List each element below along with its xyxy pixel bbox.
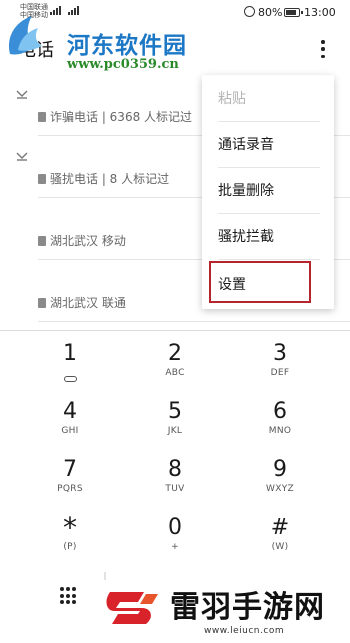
key-digit: 6: [273, 399, 287, 424]
key-digit: 7: [63, 457, 77, 482]
key-letters: ABC: [165, 368, 185, 378]
alarm-icon: [244, 6, 255, 17]
key-letters: PQRS: [57, 484, 83, 494]
more-options-button[interactable]: [314, 38, 332, 60]
dial-key-2[interactable]: 2 ABC: [130, 331, 220, 387]
dialpad: 1 2 ABC 3 DEF 4 GHI 5 JKL 6 MNO 7 PQRS 8…: [0, 331, 350, 571]
dial-key-6[interactable]: 6 MNO: [235, 389, 325, 445]
location-icon: [38, 235, 46, 246]
battery-icon: [284, 8, 303, 17]
key-letters: +: [171, 542, 179, 552]
watermark-site-url: www.leiucn.com: [204, 626, 285, 636]
key-digit: 1: [63, 341, 77, 366]
menu-item-call-recording[interactable]: 通话录音: [218, 121, 320, 167]
menu-item-batch-delete[interactable]: 批量删除: [218, 167, 320, 213]
divider: [218, 259, 320, 260]
key-letters: (P): [63, 542, 77, 552]
key-digit: 5: [168, 399, 182, 424]
missed-call-icon: [16, 89, 28, 99]
key-digit: 3: [273, 341, 287, 366]
key-digit: 4: [63, 399, 77, 424]
watermark-bottom: 雷羽手游网 www.leiucn.com: [96, 580, 350, 643]
key-letters: DEF: [270, 368, 290, 378]
call-meta: 湖北武汉 联通: [38, 294, 126, 311]
voicemail-icon: [63, 376, 77, 382]
battery-fill: [286, 10, 296, 15]
carrier-name-1: 中国联通: [20, 3, 48, 11]
location-icon: [38, 297, 46, 308]
dial-key-hash[interactable]: # (W): [235, 505, 325, 561]
key-digit: *: [63, 511, 77, 544]
key-letters: MNO: [268, 426, 292, 436]
missed-call-icon: [16, 151, 28, 161]
dial-key-4[interactable]: 4 GHI: [25, 389, 115, 445]
call-meta-text: 诈骗电话 | 6368 人标记过: [50, 110, 193, 124]
call-meta-text: 湖北武汉 移动: [50, 234, 126, 248]
dial-key-7[interactable]: 7 PQRS: [25, 447, 115, 503]
key-letters: TUV: [165, 484, 185, 494]
dial-key-8[interactable]: 8 TUV: [130, 447, 220, 503]
call-meta-text: 湖北武汉 联通: [50, 296, 126, 310]
watermark-logo-icon: [8, 16, 42, 55]
dial-key-star[interactable]: * (P): [25, 505, 115, 561]
key-digit: 0: [168, 515, 182, 540]
call-meta-text: 骚扰电话 | 8 人标记过: [50, 172, 170, 186]
dial-key-9[interactable]: 9 WXYZ: [235, 447, 325, 503]
battery-percent: 80%: [258, 6, 283, 19]
watermark-top: 河东软件园 www.pc0359.cn: [4, 12, 214, 72]
menu-item-paste[interactable]: 粘贴: [218, 75, 320, 121]
watermark-logo-icon: [106, 592, 158, 624]
key-digit: 9: [273, 457, 287, 482]
dial-key-1[interactable]: 1: [25, 331, 115, 387]
dialpad-toggle-icon[interactable]: [60, 587, 78, 605]
tag-icon: [38, 111, 46, 122]
dial-key-5[interactable]: 5 JKL: [130, 389, 220, 445]
menu-item-harassment-block[interactable]: 骚扰拦截: [218, 213, 320, 259]
call-meta: 湖北武汉 移动: [38, 232, 126, 249]
key-digit: #: [270, 515, 290, 540]
watermark-site-name: 雷羽手游网: [170, 590, 325, 625]
settings-highlight-box: [209, 261, 311, 303]
watermark-site-url: www.pc0359.cn: [67, 57, 179, 72]
status-time: 13:00: [304, 6, 336, 19]
key-letters: GHI: [61, 426, 79, 436]
dial-key-3[interactable]: 3 DEF: [235, 331, 325, 387]
key-digit: 2: [168, 341, 182, 366]
key-letters: JKL: [167, 426, 183, 436]
key-letters: (W): [271, 542, 289, 552]
watermark-site-name: 河东软件园: [67, 32, 187, 59]
call-meta: 骚扰电话 | 8 人标记过: [38, 170, 169, 187]
more-vertical-icon: [321, 40, 325, 44]
call-meta: 诈骗电话 | 6368 人标记过: [38, 108, 192, 125]
divider: [38, 321, 350, 322]
tag-icon: [38, 173, 46, 184]
key-digit: 8: [168, 457, 182, 482]
dial-key-0[interactable]: 0 +: [130, 505, 220, 561]
key-letters: WXYZ: [266, 484, 294, 494]
